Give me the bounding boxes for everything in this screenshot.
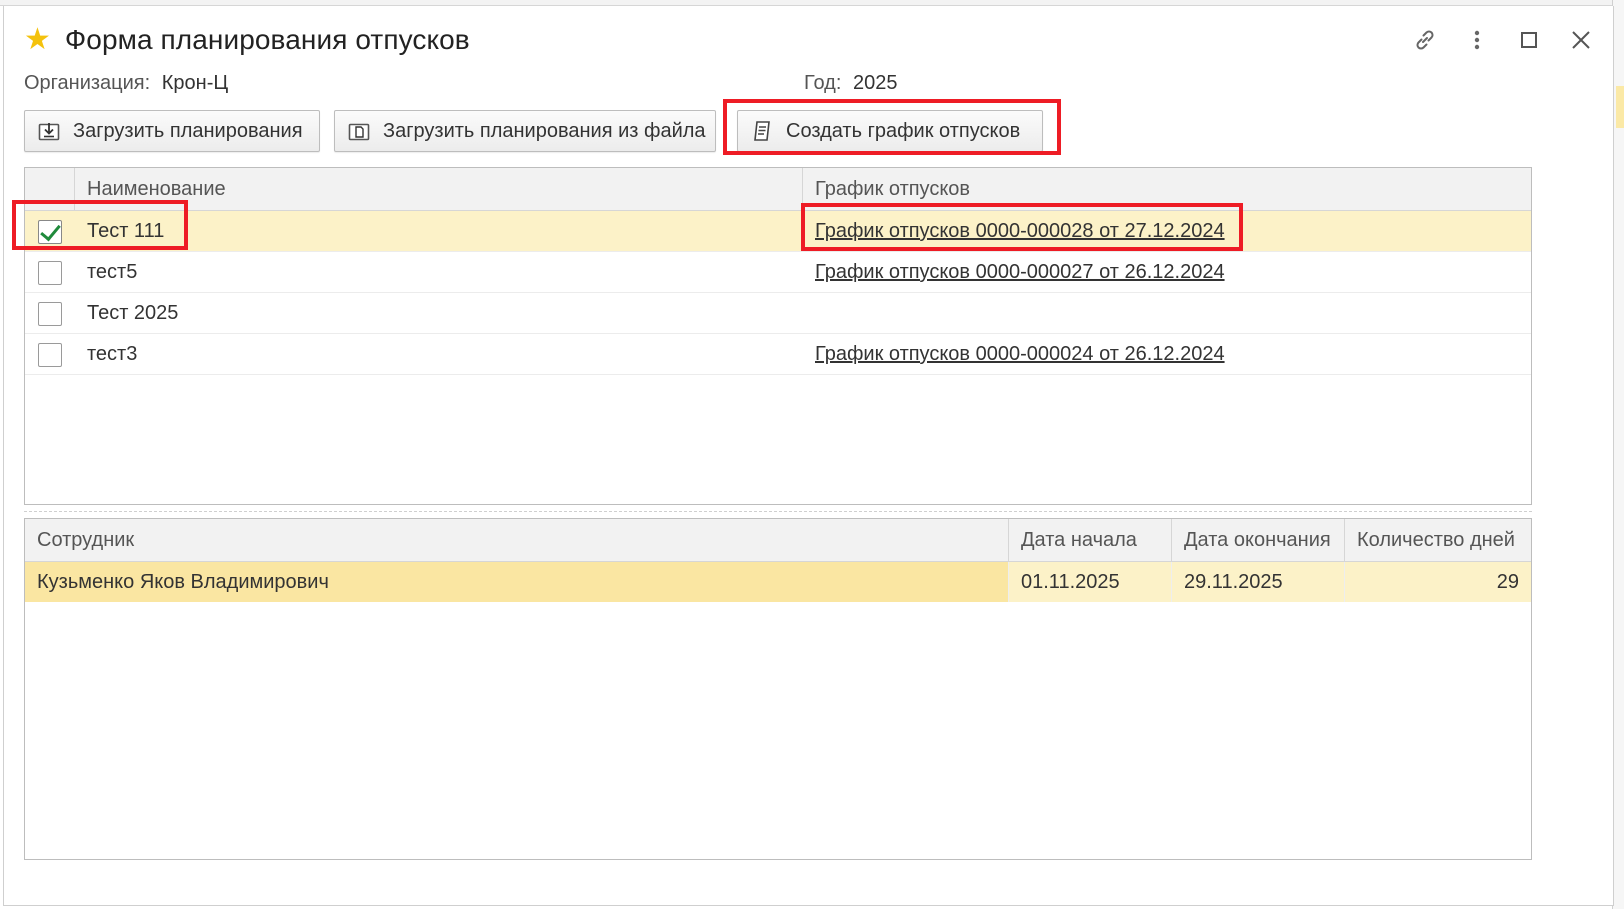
schedule-link[interactable]: График отпусков 0000-000024 от 26.12.202… [815, 334, 1225, 375]
plan-name: тест3 [87, 343, 138, 365]
panel-splitter[interactable] [24, 511, 1532, 512]
load-planning-button[interactable]: Загрузить планирования [24, 110, 320, 152]
row-checkbox-cell [25, 252, 75, 293]
days-count: 29 [1345, 562, 1531, 602]
year-value[interactable]: 2025 [853, 72, 898, 94]
end-date-column-header[interactable]: Дата окончания [1172, 519, 1345, 562]
organization-label: Организация: [24, 72, 151, 94]
start-date-column-header[interactable]: Дата начала [1009, 519, 1172, 562]
load-planning-label: Загрузить планирования [73, 119, 303, 142]
row-checkbox[interactable] [38, 342, 62, 367]
employees-table: Сотрудник Дата начала Дата окончания Кол… [24, 518, 1532, 860]
table-row[interactable]: Тест 2025 [25, 293, 1531, 334]
row-checkbox[interactable] [38, 260, 62, 285]
maximize-icon[interactable] [1516, 27, 1542, 53]
highlight-schedule-link [801, 203, 1243, 251]
plans-table: Наименование График отпусков Тест 111 Гр… [24, 167, 1532, 505]
end-date: 29.11.2025 [1172, 562, 1345, 602]
more-icon[interactable] [1464, 27, 1490, 53]
schedule-link[interactable]: График отпусков 0000-000027 от 26.12.202… [815, 252, 1225, 293]
plan-name: Тест 2025 [87, 302, 179, 324]
days-column-header[interactable]: Количество дней [1345, 519, 1531, 562]
row-checkbox-cell [25, 293, 75, 334]
star-icon[interactable]: ★ [24, 25, 51, 55]
load-from-file-button[interactable]: Загрузить планирования из файла [334, 110, 716, 152]
window-title: Форма планирования отпусков [64, 24, 470, 55]
start-date: 01.11.2025 [1009, 562, 1172, 602]
table-row[interactable]: тест5 График отпусков 0000-000027 от 26.… [25, 252, 1531, 293]
info-row: Организация: Крон-Ц Год: 2025 [24, 72, 1584, 100]
window-controls [1412, 20, 1594, 60]
download-icon [37, 119, 61, 143]
employees-table-header: Сотрудник Дата начала Дата окончания Кол… [25, 519, 1531, 562]
link-icon[interactable] [1412, 27, 1438, 53]
background-highlight [1616, 86, 1624, 128]
load-from-file-label: Загрузить планирования из файла [383, 119, 706, 142]
table-row[interactable]: Тест 111 График отпусков 0000-000028 от … [25, 211, 1531, 252]
table-row[interactable]: тест3 График отпусков 0000-000024 от 26.… [25, 334, 1531, 375]
file-icon [347, 119, 371, 143]
plan-name: тест5 [87, 261, 138, 283]
year-label: Год: [804, 72, 842, 94]
close-icon[interactable] [1568, 27, 1594, 53]
organization-value[interactable]: Крон-Ц [162, 72, 228, 94]
title-bar: ★ Форма планирования отпусков [24, 20, 470, 60]
highlight-create-schedule [723, 99, 1061, 155]
row-checkbox[interactable] [38, 301, 62, 326]
employee-name: Кузьменко Яков Владимирович [25, 562, 1009, 602]
organization-field: Организация: Крон-Ц [24, 72, 228, 95]
employee-column-header[interactable]: Сотрудник [25, 519, 1009, 562]
highlight-selected-row [12, 200, 188, 250]
plans-table-header: Наименование График отпусков [25, 168, 1531, 211]
year-field: Год: 2025 [804, 72, 897, 95]
table-row[interactable]: Кузьменко Яков Владимирович 01.11.2025 2… [25, 562, 1531, 602]
row-checkbox-cell [25, 334, 75, 375]
